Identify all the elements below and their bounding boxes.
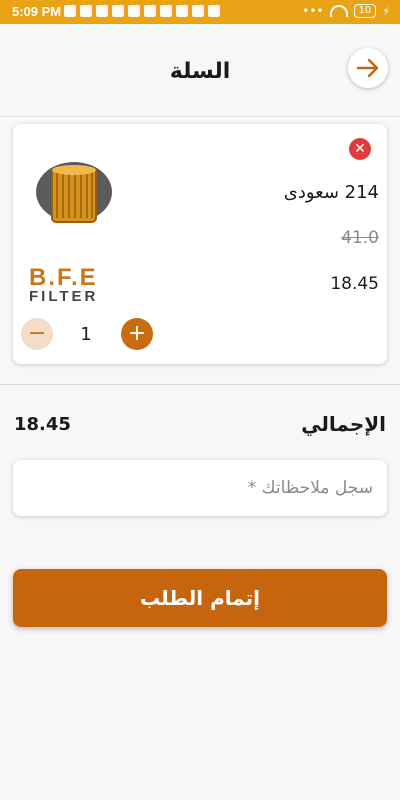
notes-input[interactable]	[13, 460, 387, 516]
product-image: B.F.E FILTER	[19, 160, 129, 305]
more-notifications-icon: •••	[302, 4, 324, 18]
remove-item-button[interactable]: ✕	[349, 138, 371, 160]
app-icon	[128, 5, 140, 17]
chat-icon	[192, 5, 204, 17]
decrease-quantity-button[interactable]: −	[21, 318, 53, 350]
instagram-icon	[144, 5, 156, 17]
product-name: 214 سعودى	[283, 182, 379, 203]
increase-quantity-button[interactable]: +	[121, 318, 153, 350]
brand-logo-line2: FILTER	[29, 288, 99, 305]
battery-icon: 10	[353, 4, 377, 18]
old-price: 41.0	[341, 228, 379, 248]
status-right: ••• 10 ⚡	[302, 4, 390, 18]
divider	[0, 384, 400, 385]
facebook-icon	[80, 5, 92, 17]
arrow-right-icon	[356, 58, 379, 78]
price: 18.45	[330, 274, 379, 294]
youtube-icon	[112, 5, 124, 17]
linkedin-icon	[176, 5, 188, 17]
page-title: السلة	[169, 59, 231, 84]
alarm-icon	[160, 5, 172, 17]
charging-icon: ⚡	[382, 4, 390, 18]
back-button[interactable]	[348, 48, 388, 88]
notification-icon	[64, 5, 76, 17]
minus-icon: −	[27, 321, 47, 346]
youtube-icon	[96, 5, 108, 17]
checkout-button[interactable]: إتمام الطلب	[13, 569, 387, 627]
status-time: 5:09 PM	[12, 4, 62, 19]
header: السلة	[0, 24, 400, 117]
plus-icon: +	[127, 321, 147, 346]
gmail-icon	[208, 5, 220, 17]
status-bar: 5:09 PM ••• 10 ⚡	[0, 0, 400, 24]
quantity-value: 1	[80, 324, 92, 345]
wifi-icon	[329, 5, 348, 17]
total-value: 18.45	[14, 414, 71, 435]
filter-image-icon	[36, 162, 112, 223]
close-icon: ✕	[354, 141, 366, 157]
notification-icons	[64, 5, 220, 17]
cart-item-card: ✕ 214 سعودى 41.0 18.45 B.F.E FILTER − 1 …	[13, 124, 387, 364]
total-label: الإجمالي	[301, 412, 386, 436]
